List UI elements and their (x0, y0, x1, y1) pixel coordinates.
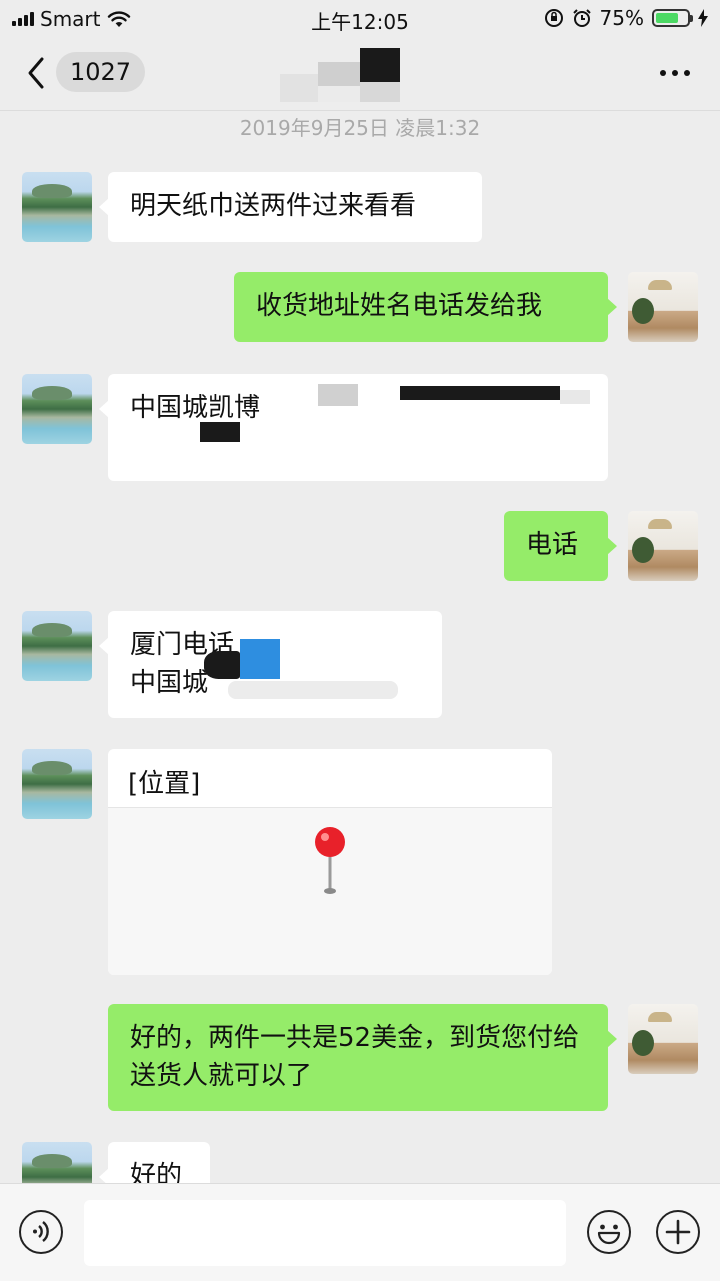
unread-count-badge[interactable]: 1027 (56, 52, 146, 92)
plus-icon (665, 1219, 691, 1245)
message-input[interactable] (84, 1200, 566, 1266)
message-text: 收货地址姓名电话发给我 (256, 291, 543, 321)
orientation-lock-icon (544, 9, 563, 27)
location-pin-icon (315, 827, 345, 894)
location-map[interactable] (108, 807, 552, 975)
alarm-icon (572, 9, 591, 27)
back-arrow-icon[interactable] (24, 56, 50, 90)
received-message[interactable]: 中国城凯博 (99, 374, 608, 481)
contact-avatar[interactable] (22, 611, 92, 681)
redaction (204, 651, 240, 679)
my-avatar[interactable] (628, 511, 698, 581)
chat-timestamp: 2019年9月25日 凌晨1:32 (239, 116, 481, 140)
my-avatar[interactable] (628, 1004, 698, 1074)
chat-header: 1027 (0, 36, 720, 111)
received-message[interactable]: 厦门电话 中国城 (99, 611, 442, 718)
plus-button[interactable] (656, 1210, 700, 1254)
voice-button[interactable] (19, 1210, 63, 1254)
contact-avatar[interactable] (22, 172, 92, 242)
location-label: [位置] (128, 769, 201, 799)
redaction (560, 390, 590, 404)
sent-message[interactable]: 收货地址姓名电话发给我 (234, 272, 617, 342)
voice-icon (33, 1221, 49, 1242)
battery-icon (652, 9, 693, 27)
redaction (240, 639, 280, 679)
message-text: 电话 (526, 530, 579, 560)
status-bar: Smart 上午12:05 75% (0, 0, 720, 36)
message-text: 中国城凯博 (130, 393, 261, 423)
sent-message[interactable]: 电话 (504, 511, 617, 581)
received-message[interactable]: 明天纸巾送两件过来看看 (99, 172, 482, 242)
battery-percent: 75% (599, 6, 644, 30)
emoji-button[interactable] (587, 1210, 631, 1254)
message-text: 好的，两件一共是52美金，到货您付给送货人就可以了 (130, 1023, 580, 1091)
location-message[interactable]: [位置] (108, 749, 552, 975)
sent-message[interactable]: 好的，两件一共是52美金，到货您付给送货人就可以了 (108, 1004, 617, 1111)
contact-avatar[interactable] (22, 749, 92, 819)
my-avatar[interactable] (628, 272, 698, 342)
input-bar (0, 1183, 720, 1281)
redaction (200, 422, 240, 442)
more-icon[interactable] (660, 70, 690, 76)
contact-avatar[interactable] (22, 374, 92, 444)
redaction (400, 386, 560, 400)
chat-title-redacted (280, 48, 410, 104)
redaction (318, 384, 358, 406)
redaction (228, 681, 398, 699)
charging-icon (698, 9, 708, 27)
emoji-icon (597, 1224, 621, 1245)
message-text: 明天纸巾送两件过来看看 (130, 191, 417, 221)
